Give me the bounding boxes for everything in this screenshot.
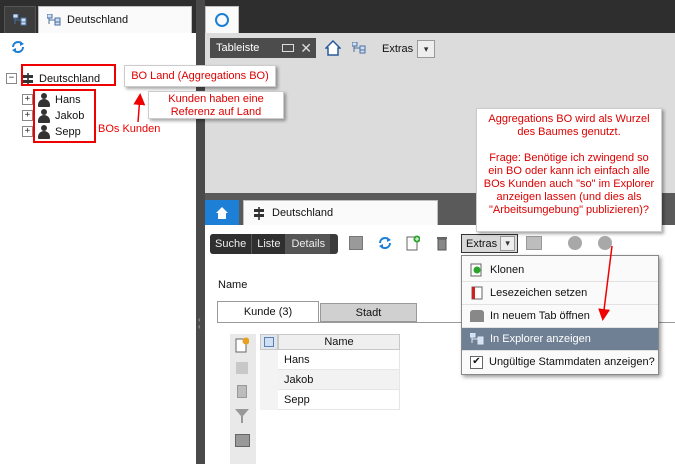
trash-icon[interactable] (436, 236, 448, 251)
annotation-bo-land: BO Land (Aggregations BO) (124, 65, 276, 87)
tree-icon (469, 332, 484, 345)
annotation-question: Aggregations BO wird als Wurzel des Baum… (476, 108, 662, 232)
table-row[interactable]: Jakob (278, 370, 400, 390)
table-row[interactable]: Hans (278, 350, 400, 370)
collapse-icon[interactable]: − (6, 73, 17, 84)
menu-item-invalid-master-data[interactable]: ✔ Ungültige Stammdaten anzeigen? (462, 351, 658, 373)
nav-list-button[interactable]: Liste (252, 234, 287, 254)
expand-icon[interactable]: + (22, 110, 33, 121)
new-document-icon[interactable] (406, 235, 421, 251)
menu-item-label: Lesezeichen setzen (490, 287, 588, 299)
subtab-stadt[interactable]: Stadt (320, 303, 417, 322)
right-tabbar (205, 0, 675, 33)
detail-nav: Suche Liste Details (210, 234, 338, 254)
close-icon[interactable]: ✕ (300, 40, 312, 57)
annotation-bos-kunden: BOs Kunden (98, 123, 161, 135)
menu-item-label: In neuem Tab öffnen (490, 310, 590, 322)
detail-tab-deutschland[interactable]: Deutschland (243, 200, 438, 225)
chevron-down-icon[interactable]: ▾ (417, 40, 436, 58)
box-icon[interactable] (236, 362, 248, 374)
filter-icon[interactable] (234, 408, 250, 424)
table-row[interactable]: Sepp (278, 390, 400, 410)
print-icon[interactable] (235, 434, 250, 447)
home-icon[interactable] (324, 39, 342, 56)
chevron-down-icon[interactable]: ▾ (500, 236, 516, 251)
refresh-icon[interactable] (377, 235, 393, 251)
extras-menu: Klonen Lesezeichen setzen In neuem Tab ö… (461, 255, 659, 375)
nav-details-button[interactable]: Details (286, 234, 331, 254)
annotation-box-root (21, 64, 116, 86)
expand-icon[interactable]: + (22, 94, 33, 105)
menu-item-new-tab[interactable]: In neuem Tab öffnen (462, 305, 658, 328)
refresh-icon[interactable] (10, 39, 26, 55)
minimize-icon[interactable] (282, 44, 295, 52)
menu-item-label: In Explorer anzeigen (490, 333, 591, 345)
tableiste-label: Tableiste (216, 42, 260, 54)
expand-icon[interactable]: + (22, 126, 33, 137)
globe-icon (215, 13, 229, 27)
annotation-kunden-ref: Kunden haben eine Referenz auf Land (148, 91, 284, 119)
detail-tab-label: Deutschland (272, 207, 334, 219)
tab-icon (470, 310, 484, 322)
menu-item-show-in-explorer[interactable]: In Explorer anzeigen (462, 328, 658, 351)
top-extras-label: Extras (382, 43, 414, 55)
clone-icon (470, 263, 484, 277)
menu-item-label: Klonen (490, 264, 525, 276)
bookmark-icon (470, 286, 484, 300)
right-tab-home[interactable] (205, 6, 239, 33)
tree-icon (46, 13, 61, 26)
new-document-icon[interactable] (235, 337, 250, 353)
print-icon[interactable] (526, 236, 542, 250)
save-icon[interactable] (349, 236, 363, 250)
menu-item-bookmark[interactable]: Lesezeichen setzen (462, 282, 658, 305)
help-icon[interactable] (598, 236, 612, 250)
detail-extras[interactable]: Extras ▾ (461, 234, 518, 253)
detail-tab-home[interactable] (205, 200, 239, 225)
home-icon (215, 206, 229, 220)
name-label: Name (218, 279, 248, 291)
annotation-box-children (33, 89, 96, 143)
signpost-icon (252, 206, 266, 220)
top-extras[interactable]: Extras ▾ (382, 40, 436, 58)
left-tab-explorer-icon[interactable] (4, 6, 36, 33)
tableiste-bar: Tableiste ✕ (210, 38, 316, 58)
nav-search-button[interactable]: Suche (210, 234, 253, 254)
left-tab-deutschland[interactable]: Deutschland (38, 6, 192, 33)
tree-icon (12, 13, 27, 26)
left-tab-label: Deutschland (67, 14, 129, 26)
grid-header-name[interactable]: Name (278, 334, 400, 350)
grid-row-gutter (260, 350, 278, 410)
column-icon (264, 337, 274, 347)
subtab-kunde[interactable]: Kunde (3) (217, 301, 319, 322)
menu-item-label: Ungültige Stammdaten anzeigen? (489, 356, 655, 368)
info-icon[interactable] (568, 236, 582, 250)
splitter-grip-icon: ‹ ‹ (198, 315, 201, 331)
trash-icon[interactable] (237, 385, 247, 398)
checkbox[interactable]: ✔ (470, 355, 483, 369)
tree-icon[interactable] (351, 41, 366, 54)
detail-extras-label: Extras (466, 237, 498, 250)
menu-item-klonen[interactable]: Klonen (462, 259, 658, 282)
